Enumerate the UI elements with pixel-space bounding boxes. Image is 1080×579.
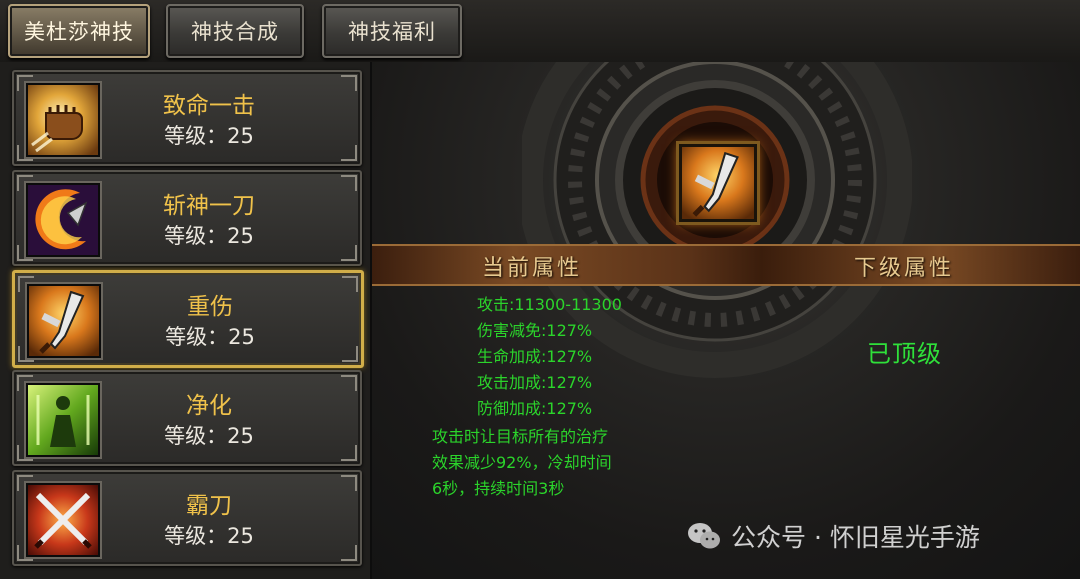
crescent-blade-icon xyxy=(26,183,100,257)
skill-level: 等级：25 xyxy=(164,224,254,248)
skill-name: 重伤 xyxy=(187,294,233,320)
effect-line: 6秒，持续时间3秒 xyxy=(432,479,565,498)
skill-level: 等级：25 xyxy=(164,124,254,148)
skill-detail-panel: 当前属性 下级属性 攻击:11300-11300 伤害减免:127% 生命加成:… xyxy=(372,62,1080,579)
tab-skill-welfare[interactable]: 神技福利 xyxy=(322,4,462,58)
skill-item-dominating-blade[interactable]: 霸刀 等级：25 xyxy=(12,470,362,566)
stat-line: 攻击加成:127% xyxy=(477,373,593,392)
effect-description: 攻击时让目标所有的治疗 效果减少92%，冷却时间 6秒，持续时间3秒 xyxy=(432,424,672,502)
stat-line: 伤害减免:127% xyxy=(477,321,593,340)
tab-bar: 美杜莎神技 神技合成 神技福利 xyxy=(0,0,1080,64)
wechat-icon xyxy=(688,523,720,549)
skill-name: 霸刀 xyxy=(186,493,232,519)
watermark-text: 公众号 · 怀旧星光手游 xyxy=(731,523,980,552)
stat-line: 防御加成:127% xyxy=(477,399,593,418)
effect-line: 攻击时让目标所有的治疗 xyxy=(432,427,609,446)
skill-list: 致命一击 等级：25 斩神一刀 等级：25 重伤 等级：25 净化 等级：25 … xyxy=(0,62,372,579)
watermark: 公众号 · 怀旧星光手游 xyxy=(687,518,980,554)
skill-level: 等级：25 xyxy=(164,424,254,448)
current-attributes-header: 当前属性 xyxy=(482,256,583,281)
attribute-header-bar: 当前属性 下级属性 xyxy=(372,244,1080,286)
max-level-label: 已顶级 xyxy=(867,340,942,368)
skill-level: 等级：25 xyxy=(165,325,255,349)
skill-name: 净化 xyxy=(186,393,232,419)
broken-blade-icon xyxy=(27,284,101,358)
tab-medusa-skills[interactable]: 美杜莎神技 xyxy=(8,4,150,58)
stat-line: 生命加成:127% xyxy=(477,347,593,366)
skill-level: 等级：25 xyxy=(164,524,254,548)
stat-line: 攻击:11300-11300 xyxy=(477,295,622,314)
skill-item-fatal-strike[interactable]: 致命一击 等级：25 xyxy=(12,70,362,166)
skill-name: 斩神一刀 xyxy=(163,193,255,219)
purify-figure-icon xyxy=(26,383,100,457)
next-level-attributes-header: 下级属性 xyxy=(854,256,955,281)
current-stats: 攻击:11300-11300 伤害减免:127% 生命加成:127% 攻击加成:… xyxy=(477,292,797,422)
skill-name: 致命一击 xyxy=(163,93,255,119)
skill-item-grievous-wound[interactable]: 重伤 等级：25 xyxy=(12,270,364,368)
selected-skill-icon xyxy=(679,144,757,222)
tab-skill-synthesis[interactable]: 神技合成 xyxy=(166,4,304,58)
skill-item-god-slaying-blade[interactable]: 斩神一刀 等级：25 xyxy=(12,170,362,266)
skill-item-purify[interactable]: 净化 等级：25 xyxy=(12,370,362,466)
fist-icon xyxy=(26,83,100,157)
crossed-blades-icon xyxy=(26,483,100,557)
effect-line: 效果减少92%，冷却时间 xyxy=(432,453,612,472)
